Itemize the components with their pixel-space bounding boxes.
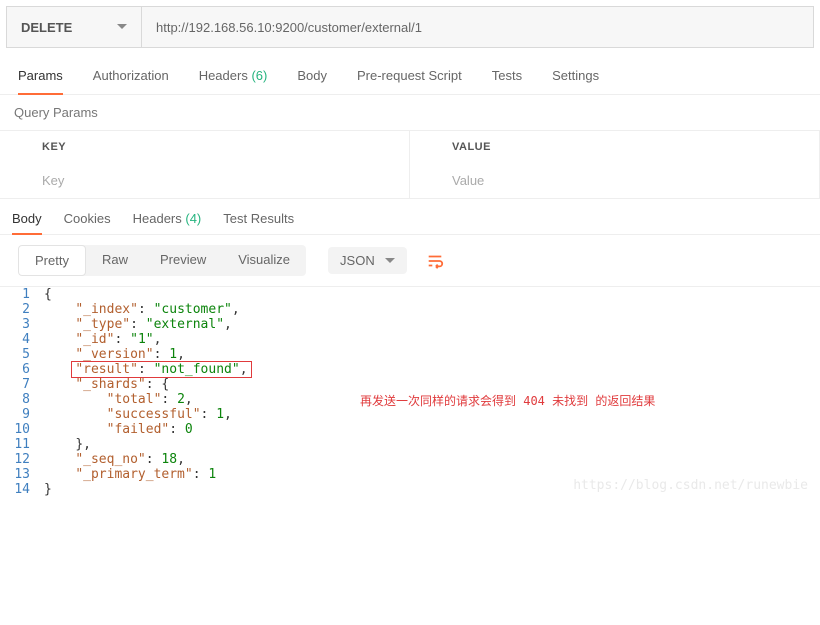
json-seqno: 18 — [161, 452, 177, 467]
view-preview[interactable]: Preview — [144, 245, 222, 276]
tab-settings[interactable]: Settings — [552, 68, 599, 94]
resp-tab-headers[interactable]: Headers (4) — [133, 211, 202, 226]
json-id: "1" — [130, 332, 153, 347]
wrap-icon — [426, 252, 444, 270]
qp-value-input[interactable]: Value — [410, 163, 820, 198]
chevron-down-icon — [117, 22, 127, 32]
resp-headers-count-badge: (4) — [185, 211, 201, 226]
view-visualize[interactable]: Visualize — [222, 245, 306, 276]
response-body[interactable]: 1{ 2 "_index": "customer", 3 "_type": "e… — [0, 286, 820, 497]
view-raw[interactable]: Raw — [86, 245, 144, 276]
query-params-title: Query Params — [0, 95, 820, 130]
json-primaryterm: 1 — [208, 467, 216, 482]
response-view-bar: Pretty Raw Preview Visualize JSON — [0, 235, 820, 286]
chevron-down-icon — [385, 256, 395, 266]
tab-params[interactable]: Params — [18, 68, 63, 95]
watermark: https://blog.csdn.net/runewbie — [573, 478, 808, 493]
request-bar: DELETE http://192.168.56.10:9200/custome… — [6, 6, 814, 48]
qp-key-header: KEY — [0, 131, 410, 163]
format-select[interactable]: JSON — [328, 247, 407, 274]
query-params-row: Key Value — [0, 163, 820, 198]
json-shards-successful: 1 — [216, 407, 224, 422]
json-shards-total: 2 — [177, 392, 185, 407]
qp-value-header: VALUE — [410, 131, 820, 163]
resp-tab-tests[interactable]: Test Results — [223, 211, 294, 226]
highlighted-result: "result": "not_found", — [71, 361, 251, 378]
json-version: 1 — [169, 347, 177, 362]
format-label: JSON — [340, 253, 375, 268]
tab-authorization[interactable]: Authorization — [93, 68, 169, 94]
resp-tab-cookies[interactable]: Cookies — [64, 211, 111, 226]
annotation-text: 再发送一次同样的请求会得到 404 未找到 的返回结果 — [360, 392, 655, 409]
tab-prerequest[interactable]: Pre-request Script — [357, 68, 462, 94]
tab-tests[interactable]: Tests — [492, 68, 522, 94]
resp-tab-body[interactable]: Body — [12, 211, 42, 235]
json-index: "customer" — [154, 302, 232, 317]
qp-key-input[interactable]: Key — [0, 163, 410, 198]
tab-headers[interactable]: Headers (6) — [199, 68, 268, 94]
request-tabs: Params Authorization Headers (6) Body Pr… — [0, 54, 820, 95]
response-tabs: Body Cookies Headers (4) Test Results — [0, 199, 820, 235]
view-pretty[interactable]: Pretty — [18, 245, 86, 276]
view-mode-segment: Pretty Raw Preview Visualize — [18, 245, 306, 276]
tab-body[interactable]: Body — [297, 68, 327, 94]
json-type: "external" — [146, 317, 224, 332]
headers-count-badge: (6) — [251, 68, 267, 83]
query-params-grid: KEY VALUE Key Value — [0, 130, 820, 199]
json-shards-failed: 0 — [185, 422, 193, 437]
http-method-select[interactable]: DELETE — [7, 7, 142, 47]
wrap-lines-button[interactable] — [421, 247, 449, 275]
query-params-header: KEY VALUE — [0, 131, 820, 163]
request-url-input[interactable]: http://192.168.56.10:9200/customer/exter… — [142, 7, 813, 47]
http-method-label: DELETE — [21, 20, 72, 35]
